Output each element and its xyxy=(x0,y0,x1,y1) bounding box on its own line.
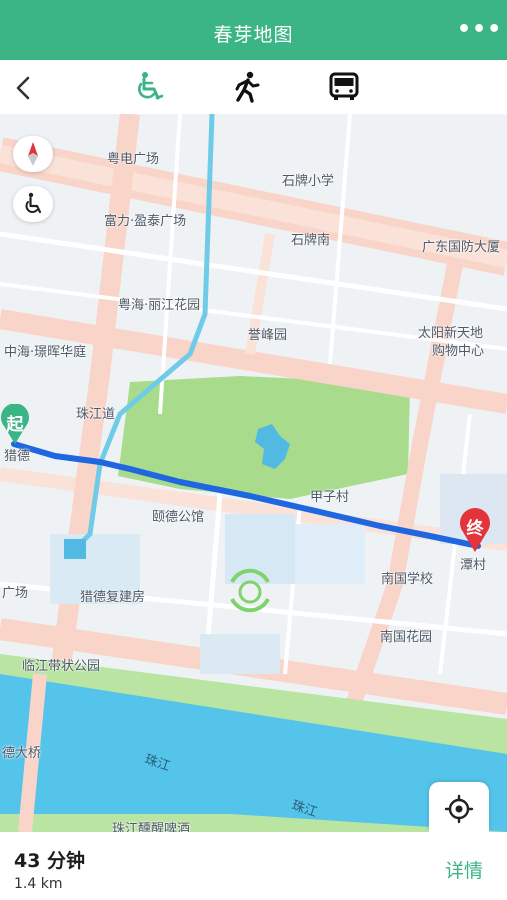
accessibility-layer-button[interactable] xyxy=(13,186,53,222)
travel-mode-bar xyxy=(0,60,507,114)
end-pin-label: 终 xyxy=(466,519,484,539)
back-arrow-icon[interactable] xyxy=(12,74,36,102)
title-bar: 春芽地图 ••• xyxy=(0,0,507,60)
wheelchair-mode-icon[interactable] xyxy=(133,70,167,104)
map-label: 誉峰园 xyxy=(248,328,288,343)
map-label: 石牌小学 xyxy=(282,174,335,189)
map-label: 颐德公馆 xyxy=(152,510,205,525)
map-label: 中海·璟晖华庭 xyxy=(4,345,87,360)
compass-button[interactable] xyxy=(13,136,53,172)
map-label: 珠江醺醒啤酒 xyxy=(112,822,191,832)
compass-icon xyxy=(28,142,38,166)
map-label: 太阳新天地 xyxy=(418,326,484,341)
map-view[interactable]: 粤电广场 石牌小学 富力·盈泰广场 石牌南 广东国防大厦 粤海·丽江花园 誉峰园… xyxy=(0,114,507,832)
map-label: 广东国防大厦 xyxy=(422,240,501,255)
more-menu-button[interactable]: ••• xyxy=(457,19,501,41)
map-label: 猎德 xyxy=(4,449,31,464)
map-label: 猎德复建房 xyxy=(80,590,146,605)
map-base xyxy=(0,114,507,832)
route-distance: 1.4 km xyxy=(14,876,63,892)
map-label: 甲子村 xyxy=(310,490,350,505)
map-label: 购物中心 xyxy=(432,344,485,359)
walking-mode-icon[interactable] xyxy=(230,70,264,104)
locate-me-button[interactable] xyxy=(429,782,489,832)
map-label: 珠江道 xyxy=(76,407,116,422)
app-title: 春芽地图 xyxy=(213,24,294,46)
map-label: 粤海·丽江花园 xyxy=(118,298,201,313)
route-summary-panel: 43 分钟 1.4 km 详情 xyxy=(0,832,507,900)
start-marker[interactable]: 起 xyxy=(0,403,30,444)
bus-mode-icon[interactable] xyxy=(327,70,361,104)
details-button[interactable]: 详情 xyxy=(445,856,483,883)
map-label: 德大桥 xyxy=(2,746,42,761)
end-marker[interactable]: 终 xyxy=(458,508,492,552)
map-label: 石牌南 xyxy=(291,233,331,248)
map-label: 粤电广场 xyxy=(107,152,160,167)
map-label: 临江带状公园 xyxy=(22,659,101,674)
map-label: 富力·盈泰广场 xyxy=(104,214,187,229)
wheelchair-icon xyxy=(25,192,42,214)
map-label: 广场 xyxy=(2,586,29,601)
map-label: 南国学校 xyxy=(381,572,434,587)
route-duration: 43 分钟 xyxy=(14,850,86,872)
map-label: 潭村 xyxy=(460,558,487,573)
start-pin-label: 起 xyxy=(6,415,24,435)
map-label: 南国花园 xyxy=(380,630,433,645)
locate-icon xyxy=(444,794,474,824)
